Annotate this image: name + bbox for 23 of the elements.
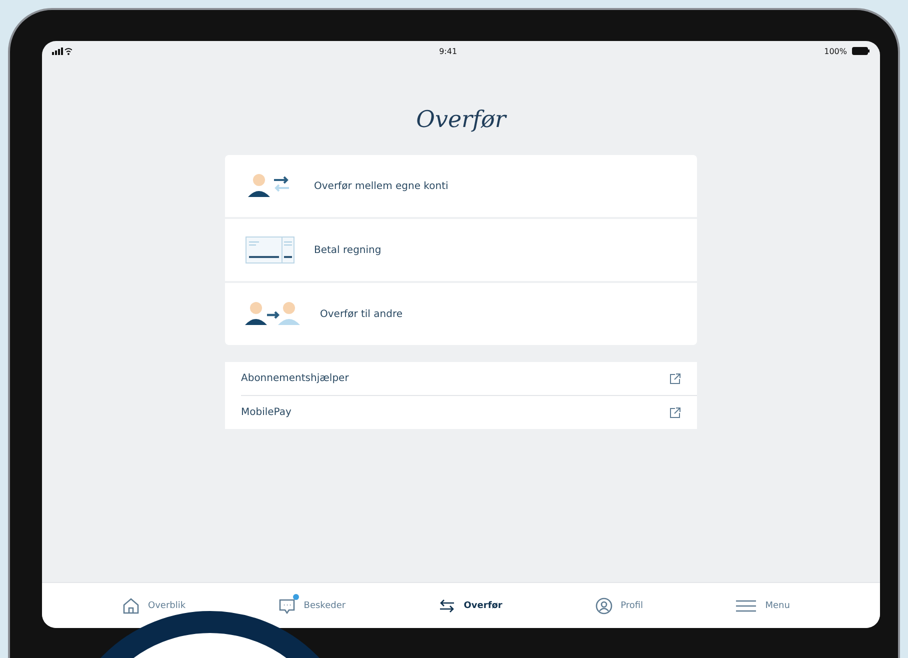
signal-wifi-icon [52,47,72,55]
transfer-option[interactable]: Betal regning [314,244,382,256]
external-link[interactable]: Abonnementshjælper [241,373,349,384]
status-time: 9:41 [439,46,458,56]
bill-icon [245,236,295,264]
tab-item[interactable]: Profil [594,596,644,614]
transfer-arrows-icon [438,596,456,614]
transfer-option[interactable]: Overfør til andre [320,308,402,320]
external-link-icon [669,406,681,418]
battery-icon [852,47,870,55]
person-to-person-icon [245,301,301,327]
tab-item[interactable]: Overfør [438,596,502,614]
battery-percent: 100% [824,46,847,56]
external-link[interactable]: MobilePay [241,407,292,418]
home-icon [122,596,140,614]
page-title: Overfør [416,107,506,133]
tab-item[interactable]: Beskeder [278,596,346,614]
tab-item[interactable]: Menu [735,596,790,614]
transfer-option[interactable]: Overfør mellem egne konti [314,180,448,192]
tab-item[interactable]: Overblik [122,596,186,614]
profile-icon [594,596,613,614]
external-link-icon [669,372,681,384]
chat-icon [278,596,296,614]
